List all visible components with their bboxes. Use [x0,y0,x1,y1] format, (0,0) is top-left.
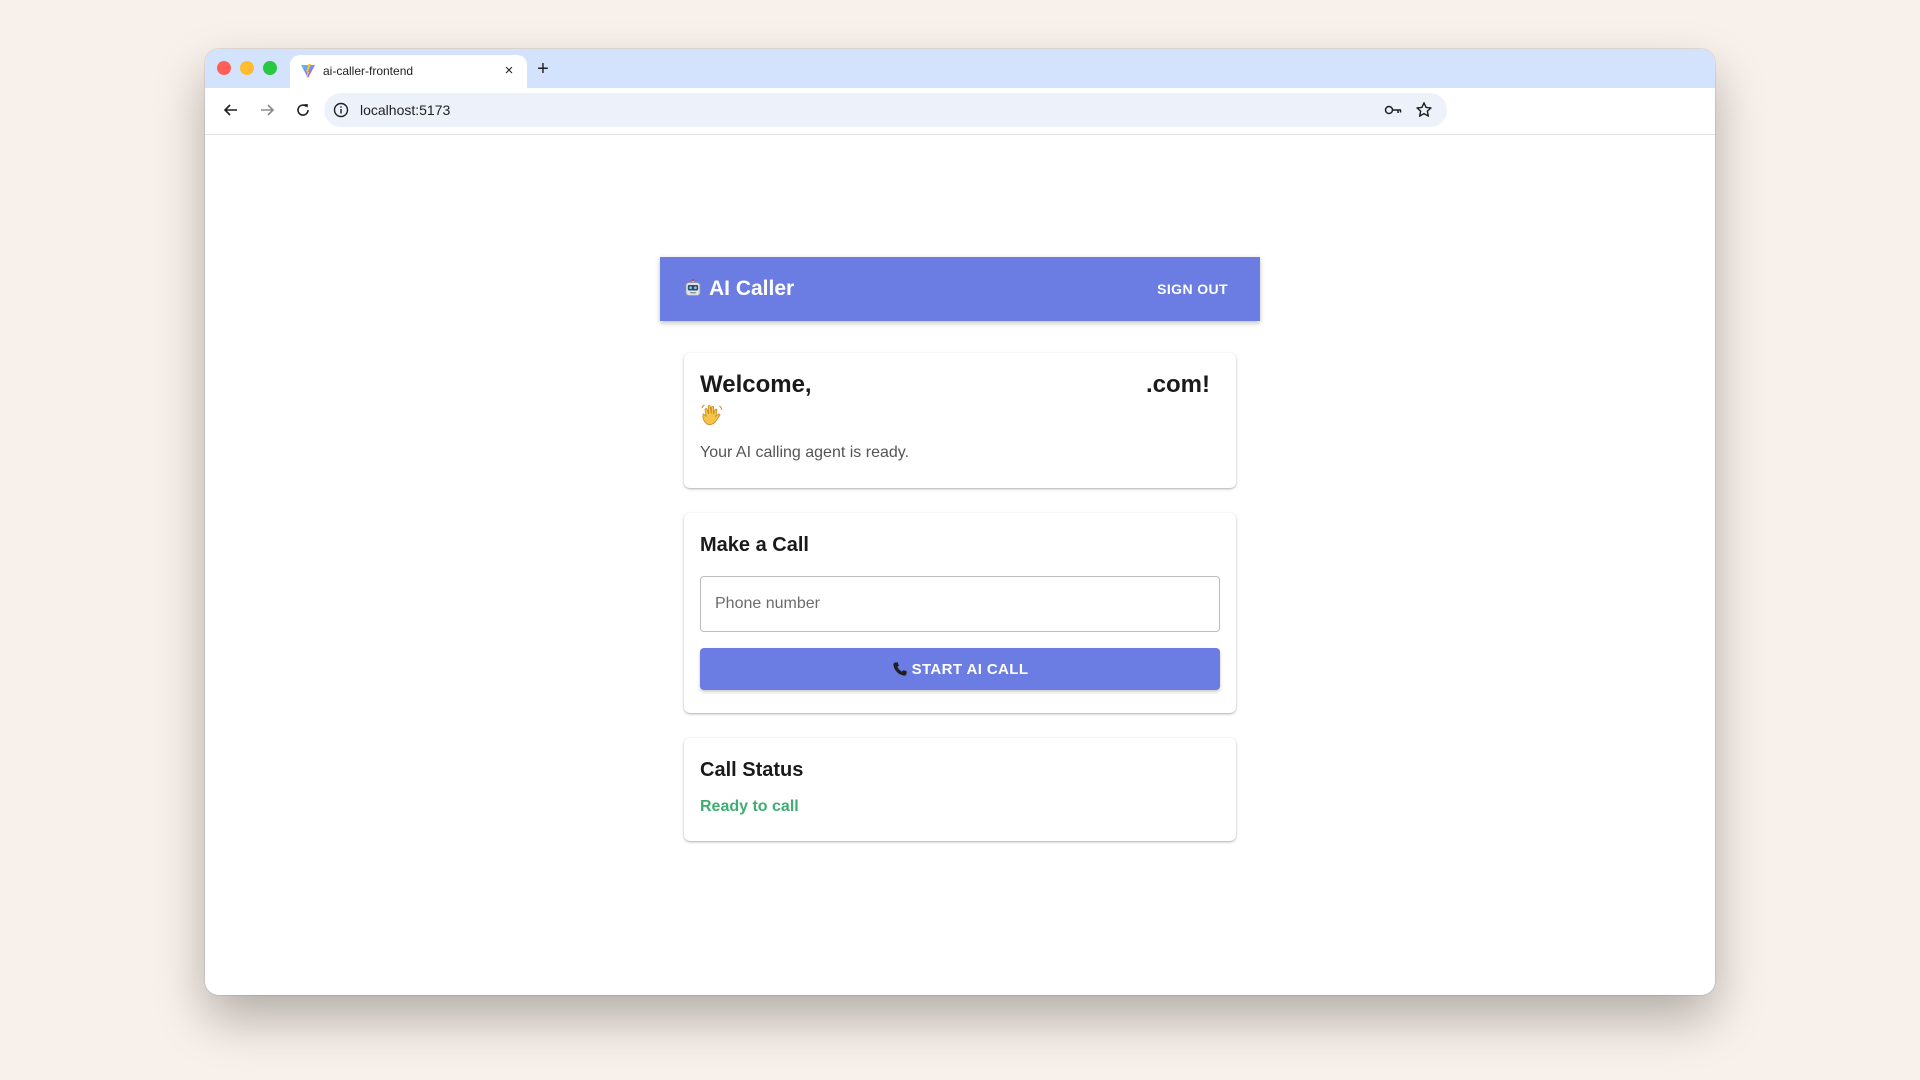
make-call-card: Make a Call START AI CALL [684,513,1236,713]
call-status-card: Call Status Ready to call [684,738,1236,841]
app-title: AI Caller [709,277,795,300]
new-tab-button[interactable]: + [529,56,557,82]
url-text[interactable]: localhost:5173 [360,102,450,118]
site-info-icon[interactable] [333,102,349,118]
make-call-heading: Make a Call [700,534,809,556]
welcome-card: Welcome, .com! Your AI calling agent is … [684,353,1236,488]
bookmark-star-icon[interactable] [1415,101,1433,119]
tab-strip: ai-caller-frontend × + [205,49,1715,88]
browser-window: ai-caller-frontend × + localhost:5173 AI… [205,49,1715,995]
call-status-heading: Call Status [700,759,804,781]
maximize-window-button[interactable] [263,61,277,75]
sign-out-button[interactable]: SIGN OUT [1141,271,1244,307]
reload-button[interactable] [291,98,315,122]
page-content: AI Caller SIGN OUT Welcome, .com! Your A… [205,135,1715,995]
welcome-email-suffix: .com! [1145,371,1210,398]
tab-close-icon[interactable]: × [499,61,519,81]
browser-tab[interactable]: ai-caller-frontend × [290,55,527,88]
start-ai-call-label: START AI CALL [911,660,1029,678]
minimize-window-button[interactable] [240,61,254,75]
browser-toolbar: localhost:5173 [205,88,1715,135]
back-button[interactable] [219,98,243,122]
forward-button[interactable] [255,98,279,122]
vite-favicon-icon [301,64,315,78]
call-status-text: Ready to call [700,798,799,815]
tab-title: ai-caller-frontend [323,64,414,78]
welcome-greeting: Welcome, [700,371,812,398]
arrow-left-icon [223,104,237,116]
start-ai-call-button[interactable]: START AI CALL [700,648,1220,690]
phone-icon [892,662,907,676]
password-key-icon[interactable] [1383,101,1403,119]
arrow-right-icon [261,104,275,116]
phone-number-input[interactable] [700,576,1220,632]
robot-icon [685,279,701,296]
address-bar[interactable]: localhost:5173 [324,93,1447,127]
waving-hand-icon [701,404,723,425]
reload-icon [297,104,309,116]
welcome-subtitle: Your AI calling agent is ready. [700,444,910,461]
app-bar: AI Caller SIGN OUT [660,257,1260,321]
close-window-button[interactable] [217,61,231,75]
